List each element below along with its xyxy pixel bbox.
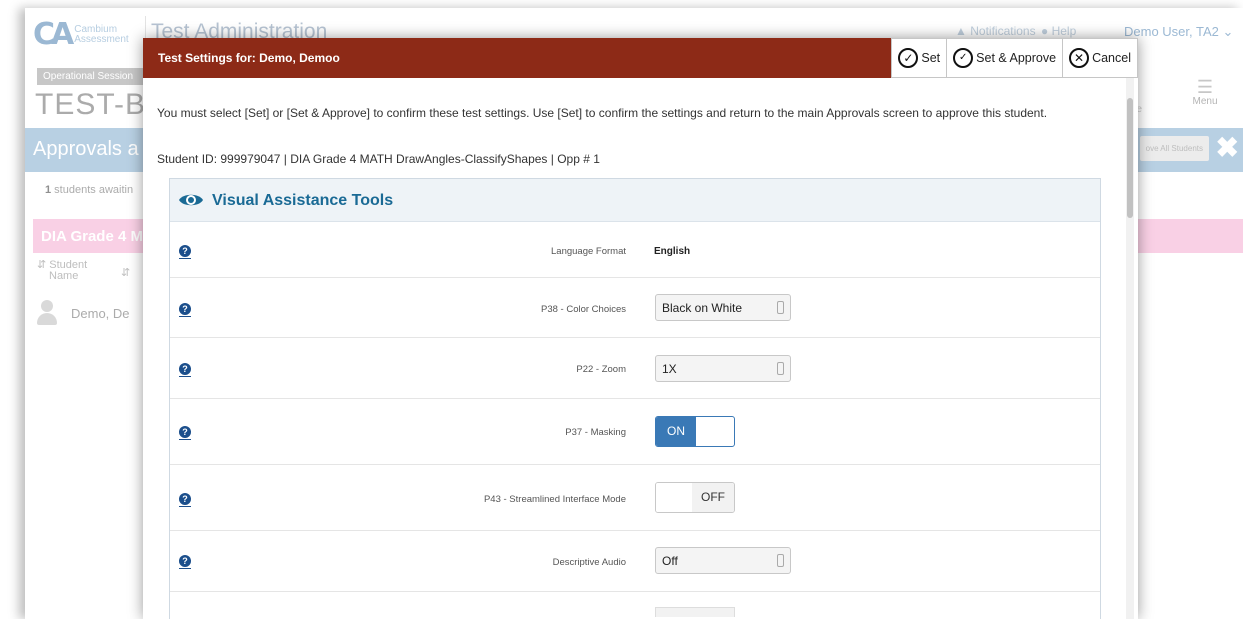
hamburger-icon: ☰: [1196, 77, 1214, 97]
next-setting-toggle[interactable]: [655, 607, 735, 617]
setting-row-zoom: ? P22 - Zoom 1X: [170, 338, 1100, 399]
modal-header: Test Settings for: Demo, Demoo ✓ Set ✓ S…: [143, 38, 1138, 78]
setting-label: P37 - Masking: [565, 427, 626, 438]
modal-actions: ✓ Set ✓ Set & Approve ✕ Cancel: [891, 38, 1138, 78]
close-icon[interactable]: ✖: [1216, 134, 1239, 162]
help-icon[interactable]: ?: [179, 493, 191, 507]
check-circle-icon: ✓: [898, 48, 919, 68]
approve-all-button[interactable]: ove All Students: [1139, 136, 1209, 161]
toggle-state: ON: [656, 417, 696, 446]
help-icon[interactable]: ?: [179, 303, 191, 317]
help-circle-icon: ●: [1041, 24, 1049, 38]
scrollbar-thumb[interactable]: [1127, 98, 1133, 218]
notifications-label: Notifications: [970, 24, 1036, 38]
test-group-title: DIA Grade 4 M: [41, 228, 143, 245]
awaiting-label: students awaitin: [51, 184, 134, 196]
zoom-select[interactable]: 1X: [655, 355, 791, 382]
setting-row-color-choices: ? P38 - Color Choices Black on White: [170, 278, 1100, 338]
menu-button[interactable]: ☰ Menu: [1185, 78, 1225, 107]
help-link[interactable]: ● Help: [1041, 24, 1076, 38]
setting-row-descriptive-audio: ? Descriptive Audio Off: [170, 531, 1100, 592]
logo-line-2: Assessment: [74, 34, 129, 45]
select-caret-icon: [777, 362, 784, 375]
user-label: Demo User, TA2: [1124, 24, 1219, 39]
setting-row-language-format: ? Language Format English: [170, 223, 1100, 278]
setting-row-streamlined-mode: ? P43 - Streamlined Interface Mode OFF: [170, 465, 1100, 531]
setting-row-masking: ? P37 - Masking ON: [170, 399, 1100, 465]
bell-icon: ▲: [955, 24, 967, 38]
set-button[interactable]: ✓ Set: [891, 38, 947, 78]
notifications-link[interactable]: ▲ Notifications: [955, 24, 1036, 38]
toggle-knob: [656, 483, 694, 512]
modal-title: Test Settings for: Demo, Demoo: [158, 51, 340, 65]
help-label: Help: [1051, 24, 1077, 38]
color-choices-select[interactable]: Black on White: [655, 294, 791, 321]
select-value: Black on White: [662, 301, 743, 315]
select-caret-icon: [777, 301, 784, 314]
test-settings-modal: Test Settings for: Demo, Demoo ✓ Set ✓ S…: [143, 38, 1138, 619]
masking-toggle[interactable]: ON: [655, 416, 735, 447]
set-label: Set: [921, 51, 941, 65]
setting-label: P22 - Zoom: [576, 364, 626, 375]
sort-icon-2[interactable]: ⇵: [121, 266, 130, 279]
cancel-label: Cancel: [1092, 51, 1131, 65]
menu-label: Menu: [1192, 96, 1218, 107]
panel-header: Visual Assistance Tools: [170, 179, 1100, 222]
page-title: Approvals a: [33, 138, 139, 160]
awaiting-text: 1 students awaitin: [45, 184, 133, 196]
cancel-button[interactable]: ✕ Cancel: [1062, 38, 1138, 78]
setting-label: Language Format: [551, 246, 626, 257]
setting-label: P38 - Color Choices: [540, 304, 626, 315]
descriptive-audio-select[interactable]: Off: [655, 547, 791, 574]
set-approve-label: Set & Approve: [976, 51, 1057, 65]
table-row[interactable]: Demo, De: [37, 300, 130, 326]
setting-label: P43 - Streamlined Interface Mode: [483, 494, 626, 505]
column-header-student-name[interactable]: ⇵ Student Name: [37, 260, 87, 282]
select-value: Off: [662, 554, 678, 568]
column-name-label: Name: [49, 270, 79, 282]
help-icon[interactable]: ?: [179, 426, 191, 440]
help-icon[interactable]: ?: [179, 245, 191, 259]
setting-label: Descriptive Audio: [552, 557, 626, 568]
student-name: Demo, De: [71, 305, 130, 321]
streamlined-mode-toggle[interactable]: OFF: [655, 482, 735, 513]
session-label: Operational Session: [37, 68, 147, 85]
modal-body: You must select [Set] or [Set & Approve]…: [143, 78, 1126, 619]
visual-assistance-panel: Visual Assistance Tools ? Language Forma…: [169, 178, 1101, 619]
student-info: Student ID: 999979047 | DIA Grade 4 MATH…: [157, 152, 600, 166]
instructions-text: You must select [Set] or [Set & Approve]…: [157, 106, 1048, 120]
close-circle-icon: ✕: [1069, 48, 1090, 68]
panel-title: Visual Assistance Tools: [212, 192, 394, 209]
help-icon[interactable]: ?: [179, 363, 191, 377]
select-value: 1X: [662, 362, 677, 376]
select-caret-icon: [777, 554, 784, 567]
session-id: TEST-B: [35, 88, 147, 121]
help-icon[interactable]: ?: [179, 555, 191, 569]
user-menu[interactable]: Demo User, TA2 ⌄: [1124, 24, 1233, 40]
cambium-logo: CA Cambium Assessment: [33, 20, 129, 50]
eye-icon: [179, 194, 203, 206]
avatar: [37, 300, 57, 326]
chevron-down-icon: ⌄: [1222, 24, 1234, 39]
modal-scrollbar[interactable]: [1126, 78, 1134, 619]
toggle-state: OFF: [692, 483, 734, 512]
set-approve-button[interactable]: ✓ Set & Approve: [946, 38, 1063, 78]
setting-value: English: [654, 246, 691, 257]
logo-mark: CA: [33, 17, 74, 52]
check-plus-circle-icon: ✓: [953, 48, 974, 68]
